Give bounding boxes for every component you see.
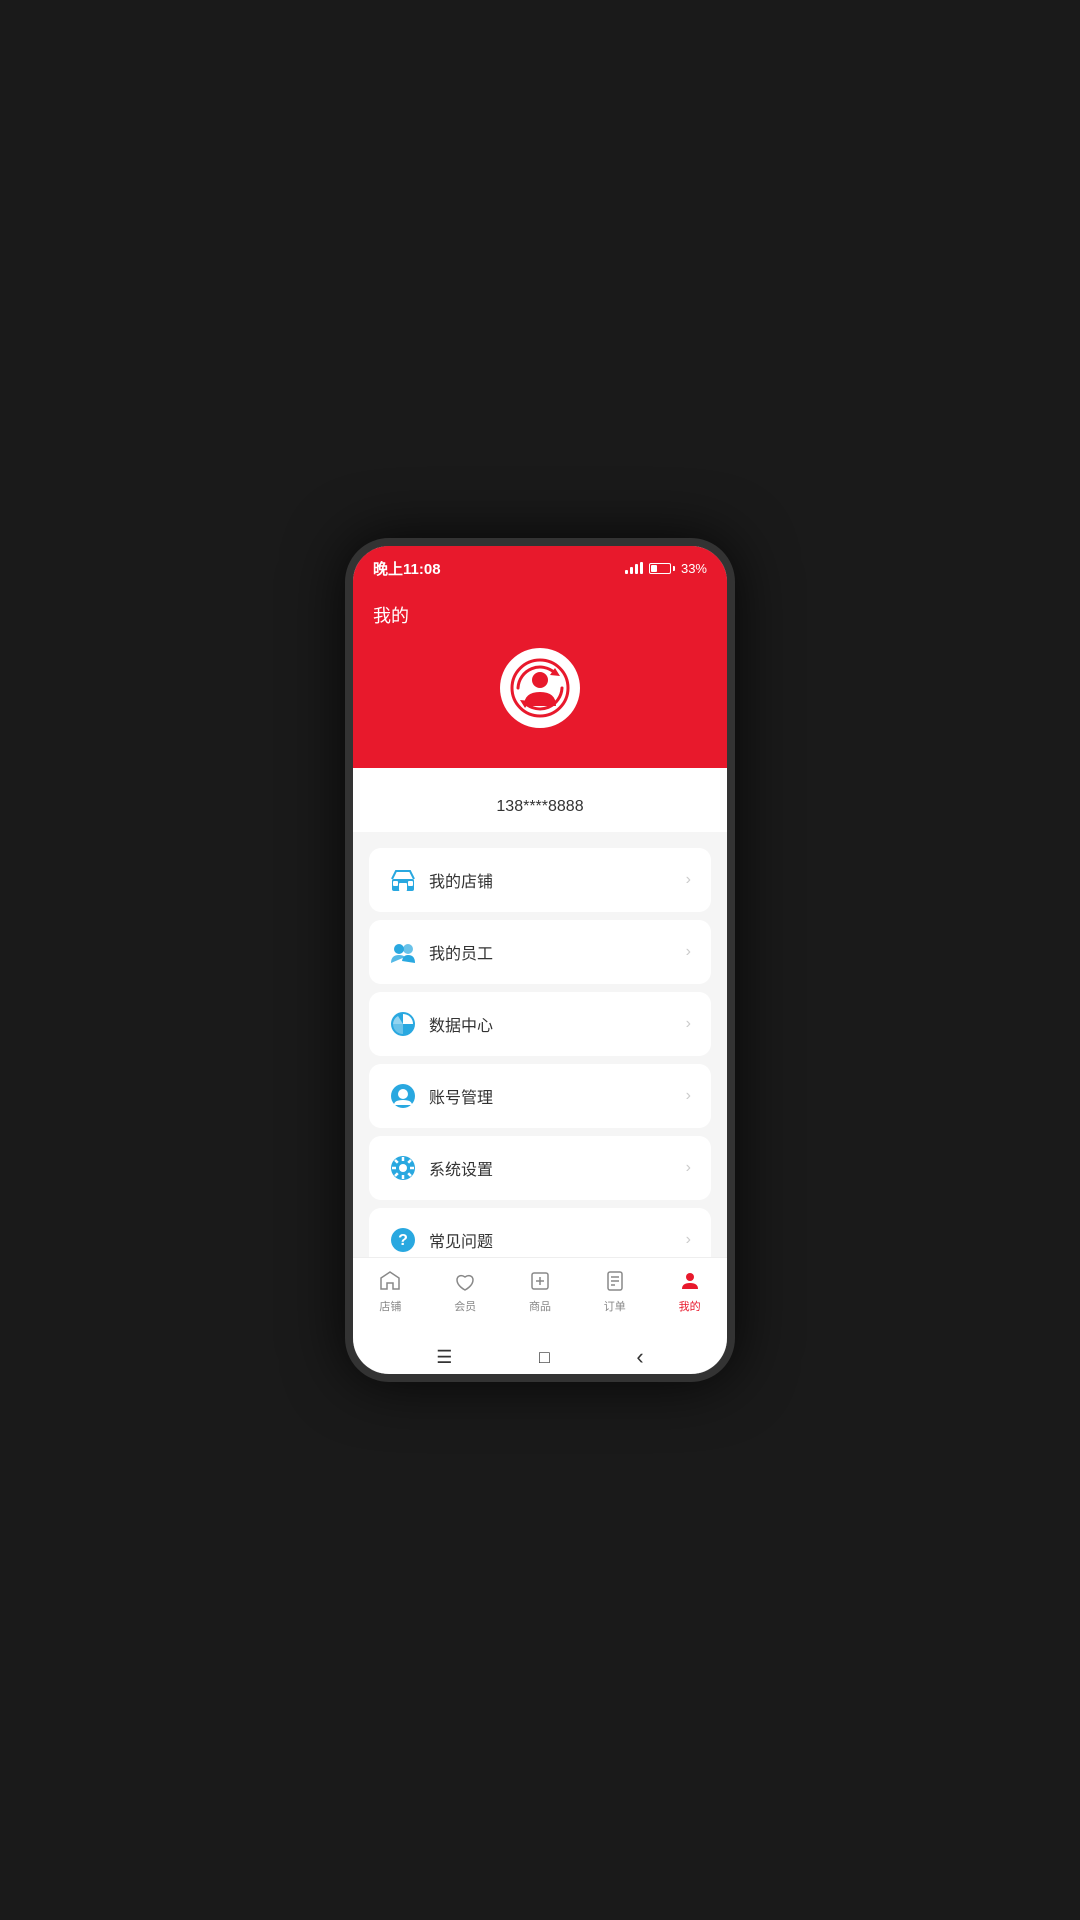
settings-icon: [389, 1154, 417, 1182]
faq-label: 常见问题: [429, 1228, 686, 1252]
faq-icon: ?: [389, 1226, 417, 1254]
bottom-nav: 店铺 会员 商品: [353, 1257, 727, 1340]
svg-text:?: ?: [398, 1232, 408, 1249]
store-nav-label: 店铺: [379, 1298, 401, 1314]
chevron-icon: ›: [686, 1159, 691, 1177]
data-center-label: 数据中心: [429, 1012, 686, 1036]
orders-nav-icon: [602, 1268, 628, 1294]
staff-icon: [389, 938, 417, 966]
chevron-icon: ›: [686, 1087, 691, 1105]
mine-nav-icon: [677, 1268, 703, 1294]
nav-item-member[interactable]: 会员: [428, 1268, 503, 1314]
settings-label: 系统设置: [429, 1156, 686, 1180]
menu-item-account[interactable]: 账号管理 ›: [369, 1064, 711, 1128]
chevron-icon: ›: [686, 943, 691, 961]
store-nav-icon: [377, 1268, 403, 1294]
avatar: [500, 648, 580, 728]
back-button[interactable]: ‹: [636, 1344, 643, 1370]
goods-nav-icon: [527, 1268, 553, 1294]
home-button[interactable]: □: [539, 1347, 550, 1368]
chevron-icon: ›: [686, 1015, 691, 1033]
menu-section-store: 我的店铺 ›: [369, 848, 711, 912]
menu-item-data-center[interactable]: 数据中心 ›: [369, 992, 711, 1056]
nav-item-mine[interactable]: 我的: [652, 1268, 727, 1314]
signal-icon: [625, 562, 643, 574]
store-icon: [389, 866, 417, 894]
battery-text: 33%: [681, 561, 707, 576]
account-icon: [389, 1082, 417, 1110]
menu-button[interactable]: ☰: [436, 1347, 452, 1368]
page-header: 我的: [353, 590, 727, 648]
data-icon: [389, 1010, 417, 1038]
chevron-icon: ›: [686, 871, 691, 889]
user-name: 零售店: [353, 768, 727, 794]
menu-section-settings: 系统设置 ›: [369, 1136, 711, 1200]
orders-nav-label: 订单: [604, 1298, 626, 1314]
battery-icon: [649, 563, 675, 574]
menu-item-settings[interactable]: 系统设置 ›: [369, 1136, 711, 1200]
my-staff-label: 我的员工: [429, 940, 686, 964]
page-title: 我的: [373, 606, 409, 626]
menu-section-faq: ? 常见问题 ›: [369, 1208, 711, 1257]
status-icons: 33%: [625, 561, 707, 576]
status-time: 晚上11:08: [373, 558, 441, 579]
nav-item-store[interactable]: 店铺: [353, 1268, 428, 1314]
menu-section-account: 账号管理 ›: [369, 1064, 711, 1128]
my-store-label: 我的店铺: [429, 868, 686, 892]
member-nav-icon: [452, 1268, 478, 1294]
nav-item-goods[interactable]: 商品: [503, 1268, 578, 1314]
status-bar: 晚上11:08 33%: [353, 546, 727, 590]
menu-section-data: 数据中心 ›: [369, 992, 711, 1056]
menu-item-my-staff[interactable]: 我的员工 ›: [369, 920, 711, 984]
menu-section-staff: 我的员工 ›: [369, 920, 711, 984]
chevron-icon: ›: [686, 1231, 691, 1249]
account-label: 账号管理: [429, 1084, 686, 1108]
profile-section: [353, 648, 727, 768]
nav-item-orders[interactable]: 订单: [577, 1268, 652, 1314]
menu-item-faq[interactable]: ? 常见问题 ›: [369, 1208, 711, 1257]
goods-nav-label: 商品: [529, 1298, 551, 1314]
scrollable-content[interactable]: 零售店 138****8888: [353, 768, 727, 1257]
user-phone: 138****8888: [353, 798, 727, 816]
mine-nav-label: 我的: [679, 1298, 701, 1314]
system-bar: ☰ □ ‹: [353, 1340, 727, 1374]
member-nav-label: 会员: [454, 1298, 476, 1314]
menu-item-my-store[interactable]: 我的店铺 ›: [369, 848, 711, 912]
